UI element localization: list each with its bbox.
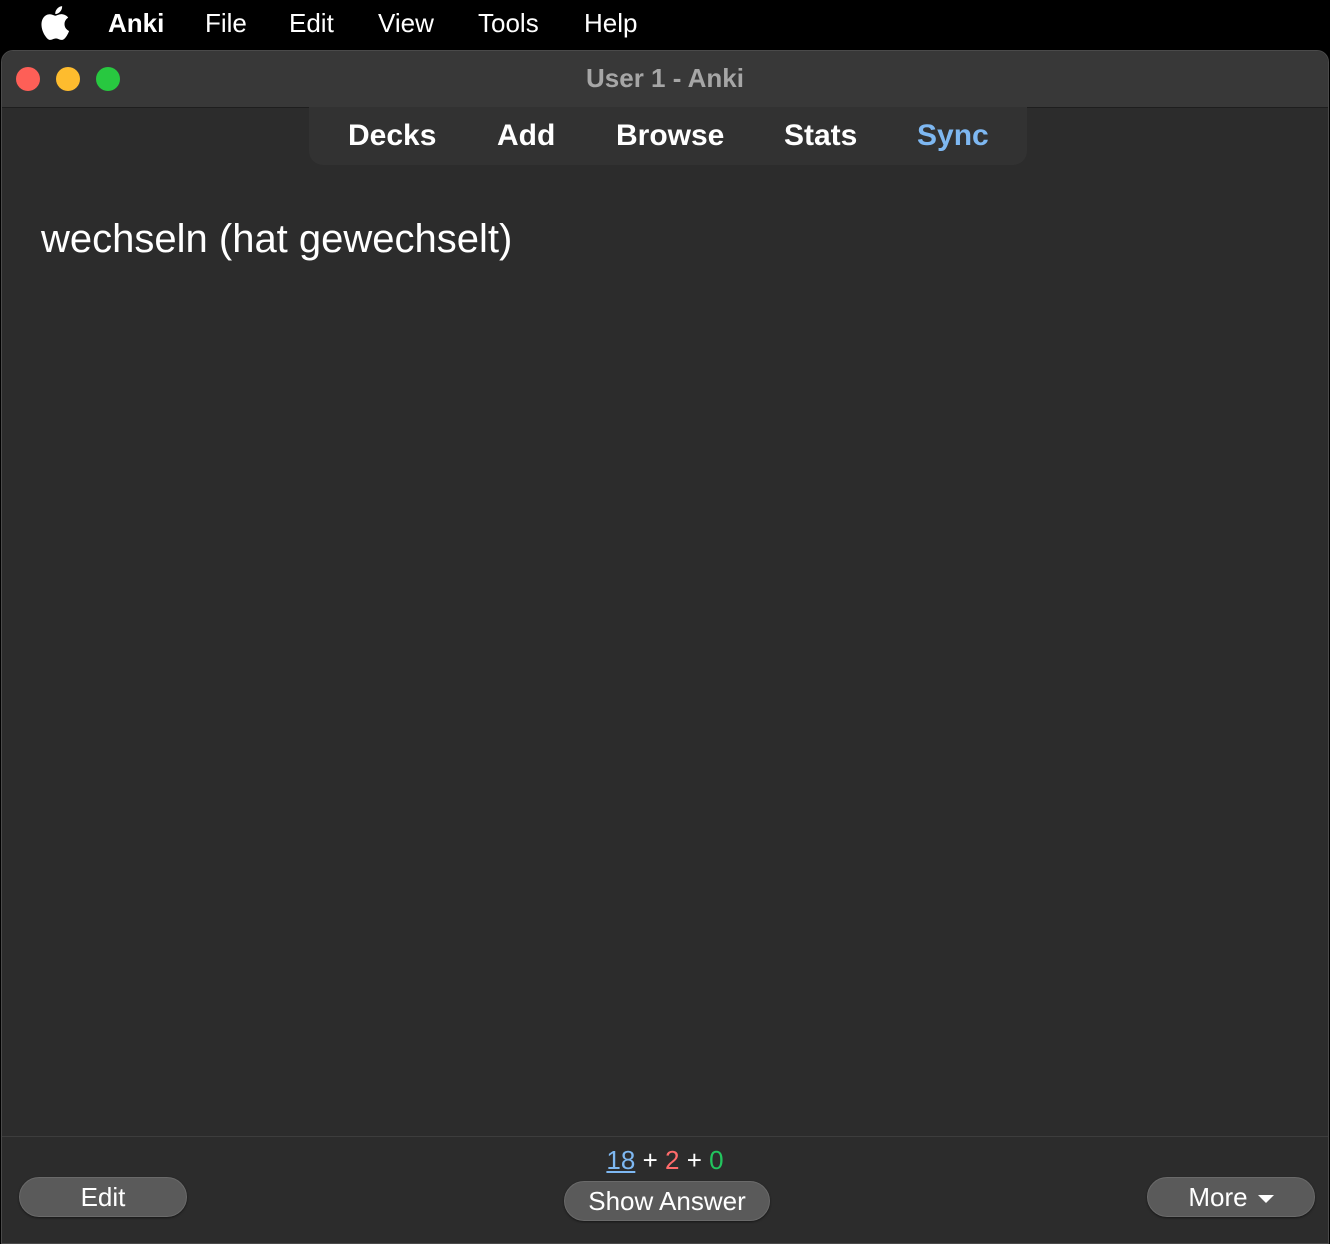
review-count: 0 [709, 1145, 724, 1175]
show-answer-button[interactable]: Show Answer [564, 1181, 770, 1221]
toolbar-add-link[interactable]: Add [497, 119, 555, 153]
menu-app-anki[interactable]: Anki [108, 8, 164, 38]
apple-icon[interactable] [38, 6, 70, 40]
main-toolbar: Decks Add Browse Stats Sync [309, 107, 1027, 165]
edit-button-label: Edit [80, 1182, 126, 1212]
card-question-text: wechseln (hat gewechselt) [41, 217, 513, 261]
review-bottom-bar: 18 + 2 + 0 Edit Show Answer More [2, 1136, 1328, 1243]
menu-view[interactable]: View [378, 8, 434, 38]
toolbar-stats-link[interactable]: Stats [784, 119, 857, 153]
show-answer-label: Show Answer [588, 1186, 746, 1216]
menu-edit[interactable]: Edit [289, 8, 334, 38]
more-button[interactable]: More [1147, 1177, 1315, 1217]
system-menu-bar: Anki File Edit View Tools Help [0, 0, 1330, 46]
menu-tools[interactable]: Tools [478, 8, 539, 38]
learning-count: 2 [664, 1145, 680, 1175]
window-titlebar: User 1 - Anki [2, 51, 1328, 108]
window-title: User 1 - Anki [586, 63, 744, 93]
menu-help[interactable]: Help [584, 8, 637, 38]
count-separator: + [686, 1145, 702, 1175]
toolbar-decks-link[interactable]: Decks [348, 119, 436, 153]
chevron-down-icon [1257, 1195, 1274, 1204]
edit-button[interactable]: Edit [19, 1177, 187, 1217]
due-counts: 18 + 2 + 0 [2, 1145, 1328, 1175]
toolbar-sync-link[interactable]: Sync [917, 119, 989, 153]
count-separator: + [642, 1145, 658, 1175]
menu-file[interactable]: File [205, 8, 247, 38]
more-button-label: More [1188, 1182, 1248, 1212]
new-count: 18 [606, 1145, 636, 1175]
anki-window: User 1 - Anki Decks Add Browse Stats Syn… [1, 50, 1329, 1244]
toolbar-browse-link[interactable]: Browse [616, 119, 724, 153]
